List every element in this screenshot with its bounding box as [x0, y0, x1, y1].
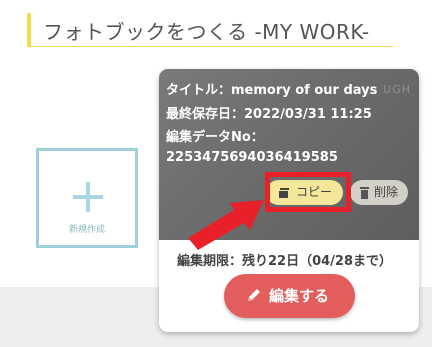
delete-button[interactable]: 削除 [350, 180, 408, 205]
edit-label: 編集する [269, 287, 330, 305]
delete-label: 削除 [374, 185, 399, 199]
work-data-no-label: 編集データNo： [166, 130, 264, 145]
work-title: タイトル：memory of our days [166, 83, 378, 98]
work-data-no: 2253475694036419585 [166, 150, 338, 165]
trash-icon [360, 187, 369, 199]
edit-button[interactable]: 編集する [224, 274, 355, 318]
work-saved-date: 最終保存日：2022/03/31 11:25 [166, 107, 372, 122]
edit-deadline: 編集期限：残り22日（04/28まで） [177, 254, 393, 269]
pointer-arrow-icon [188, 200, 264, 250]
section-title-text: フォトブックをつくる -MY WORK- [43, 20, 370, 44]
pencil-icon [248, 289, 260, 301]
new-work-button[interactable]: 新規作成 [36, 148, 138, 248]
new-work-label: 新規作成 [68, 225, 105, 235]
section-title: フォトブックをつくる -MY WORK- [27, 13, 393, 47]
plus-icon [73, 182, 103, 212]
thumbnail-watermark: UGH [383, 83, 411, 96]
copy-highlight-box [265, 172, 351, 212]
